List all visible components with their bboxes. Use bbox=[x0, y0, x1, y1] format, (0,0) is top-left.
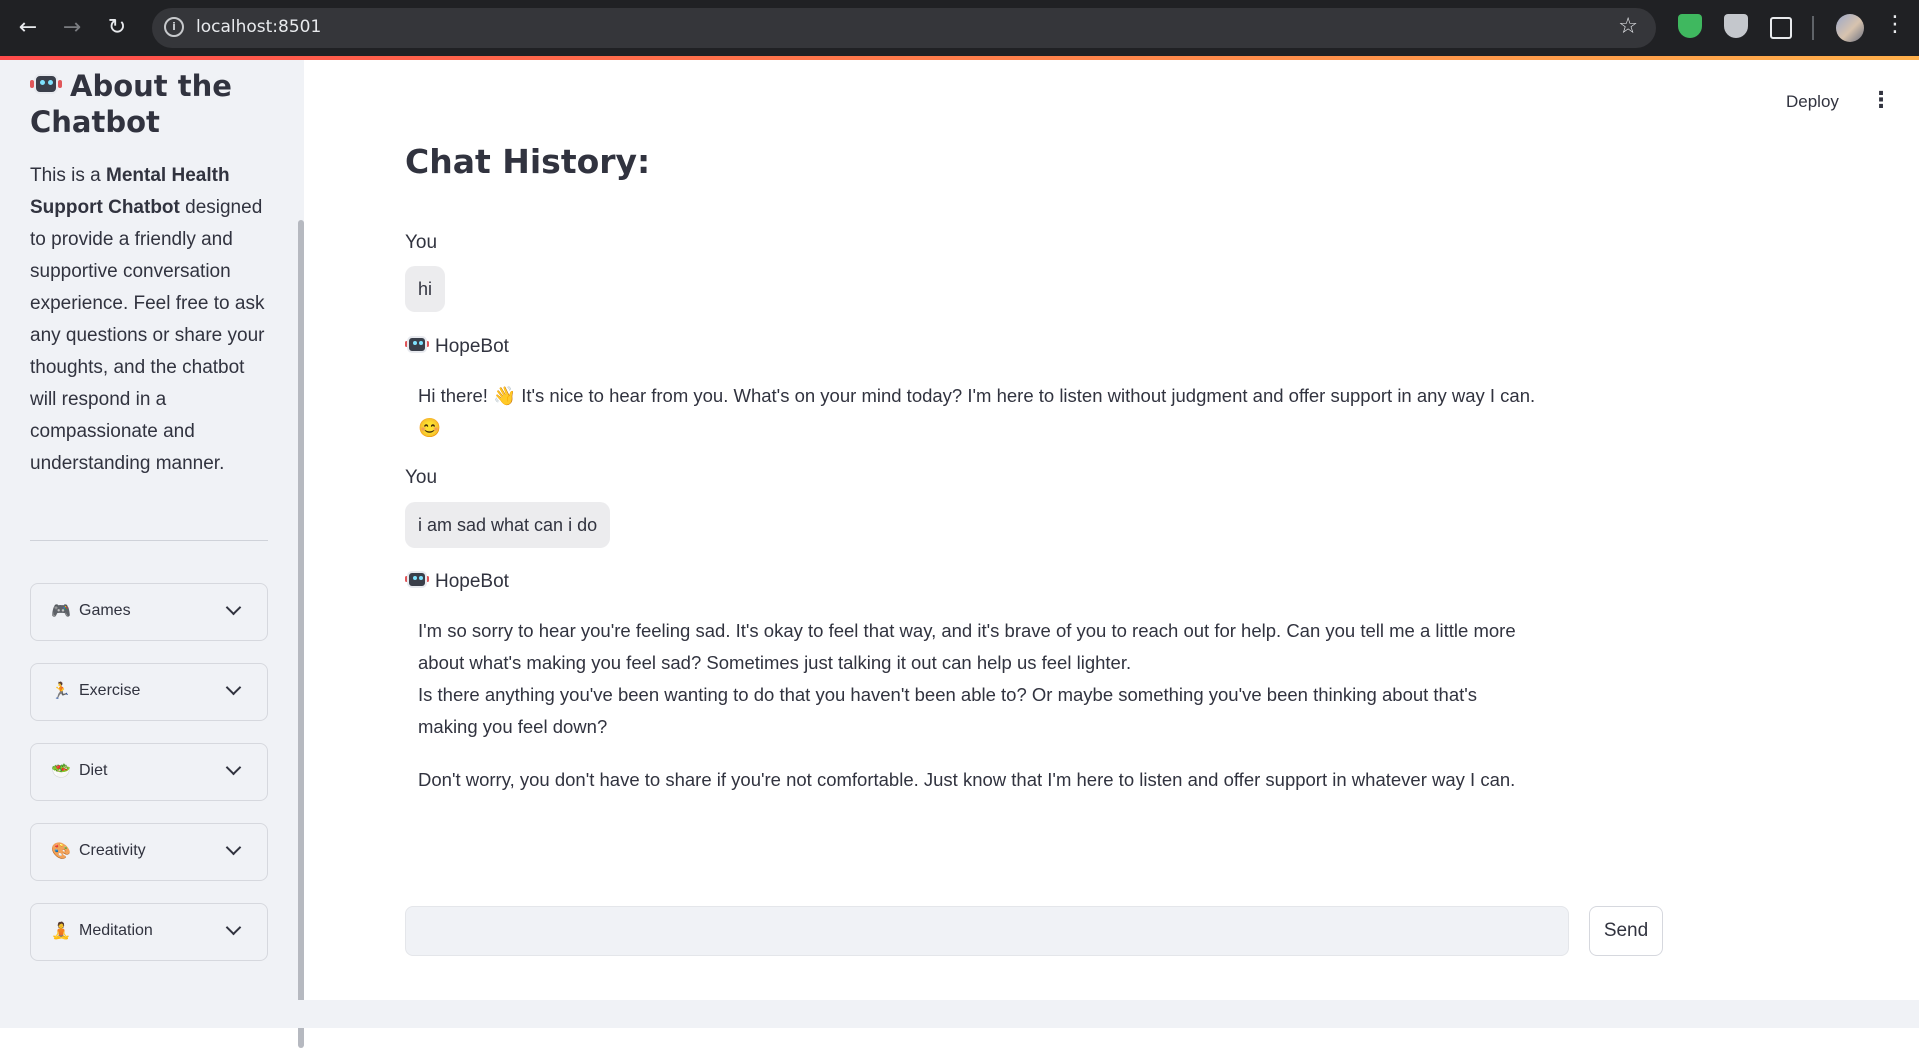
sidebar-title: About the Chatbot bbox=[30, 68, 290, 140]
expander-creativity[interactable]: 🎨 Creativity bbox=[30, 823, 268, 881]
speaker-name: HopeBot bbox=[435, 571, 509, 592]
expander-games[interactable]: 🎮 Games bbox=[30, 583, 268, 641]
bookmark-star-icon[interactable]: ☆ bbox=[1618, 14, 1638, 39]
chat-input[interactable] bbox=[405, 906, 1569, 956]
expander-diet[interactable]: 🥗 Diet bbox=[30, 743, 268, 801]
speaker-label-user: You bbox=[405, 467, 438, 488]
chevron-down-icon bbox=[225, 919, 242, 936]
expander-label: Diet bbox=[79, 762, 108, 779]
speaker-name: HopeBot bbox=[435, 336, 509, 357]
bot-message: I'm so sorry to hear you're feeling sad.… bbox=[418, 615, 1538, 796]
app-menu-icon[interactable]: ⋮ bbox=[1870, 88, 1892, 113]
chevron-down-icon bbox=[225, 759, 242, 776]
speaker-label-bot: HopeBot bbox=[405, 569, 509, 593]
bot-message-paragraph: Is there anything you've been wanting to… bbox=[418, 684, 1478, 737]
reload-icon[interactable]: ↻ bbox=[101, 12, 133, 44]
sidebar: About the Chatbot This is a Mental Healt… bbox=[0, 60, 304, 1048]
expander-label: Creativity bbox=[79, 842, 146, 859]
main-content: Deploy ⋮ Chat History: You hi HopeBot Hi… bbox=[304, 60, 1919, 1028]
speaker-label-user: You bbox=[405, 232, 438, 253]
runner-icon: 🏃 bbox=[51, 681, 71, 700]
page-title: Chat History: bbox=[405, 142, 651, 181]
extensions-puzzle-icon[interactable] bbox=[1770, 17, 1792, 39]
user-message-bubble: i am sad what can i do bbox=[405, 502, 611, 548]
profile-avatar[interactable] bbox=[1836, 14, 1864, 42]
forward-icon[interactable]: → bbox=[56, 12, 88, 44]
bot-message-paragraph: Hi there! 👋 It's nice to hear from you. … bbox=[418, 385, 1536, 438]
game-controller-icon: 🎮 bbox=[51, 601, 71, 620]
send-button[interactable]: Send bbox=[1589, 906, 1663, 956]
expander-meditation[interactable]: 🧘 Meditation bbox=[30, 903, 268, 961]
bottom-strip bbox=[0, 1000, 1919, 1028]
chevron-down-icon bbox=[225, 599, 242, 616]
expander-label: Games bbox=[79, 602, 131, 619]
url-text[interactable]: localhost:8501 bbox=[196, 17, 321, 37]
deploy-button[interactable]: Deploy bbox=[1786, 92, 1839, 112]
bot-message-paragraph: Don't worry, you don't have to share if … bbox=[418, 769, 1516, 790]
bot-message: Hi there! 👋 It's nice to hear from you. … bbox=[418, 380, 1538, 444]
salad-icon: 🥗 bbox=[51, 761, 71, 780]
expander-label: Meditation bbox=[79, 922, 153, 939]
browser-toolbar: ← → ↻ i localhost:8501 ☆ ⋮ bbox=[0, 0, 1919, 56]
chevron-down-icon bbox=[225, 839, 242, 856]
toolbar-divider bbox=[1812, 16, 1814, 40]
browser-menu-icon[interactable]: ⋮ bbox=[1884, 12, 1906, 37]
expander-label: Exercise bbox=[79, 682, 141, 699]
privacy-extension-icon[interactable] bbox=[1724, 14, 1748, 38]
robot-icon bbox=[405, 569, 429, 591]
palette-icon: 🎨 bbox=[51, 841, 71, 860]
bot-message-paragraph: I'm so sorry to hear you're feeling sad.… bbox=[418, 620, 1516, 673]
description-suffix: designed to provide a friendly and suppo… bbox=[30, 197, 265, 474]
sidebar-divider bbox=[30, 540, 268, 541]
description-prefix: This is a bbox=[30, 165, 107, 186]
chevron-down-icon bbox=[225, 679, 242, 696]
sidebar-description: This is a Mental Health Support Chatbot … bbox=[30, 160, 270, 480]
site-info-icon[interactable]: i bbox=[164, 17, 184, 37]
robot-icon bbox=[405, 334, 429, 356]
back-icon[interactable]: ← bbox=[12, 12, 44, 44]
address-bar[interactable]: i localhost:8501 ☆ bbox=[152, 8, 1656, 48]
user-message-bubble: hi bbox=[405, 266, 446, 312]
meditation-icon: 🧘 bbox=[51, 921, 71, 940]
robot-icon bbox=[30, 71, 62, 99]
speaker-label-bot: HopeBot bbox=[405, 334, 509, 358]
shield-extension-icon[interactable] bbox=[1678, 14, 1702, 38]
expander-exercise[interactable]: 🏃 Exercise bbox=[30, 663, 268, 721]
